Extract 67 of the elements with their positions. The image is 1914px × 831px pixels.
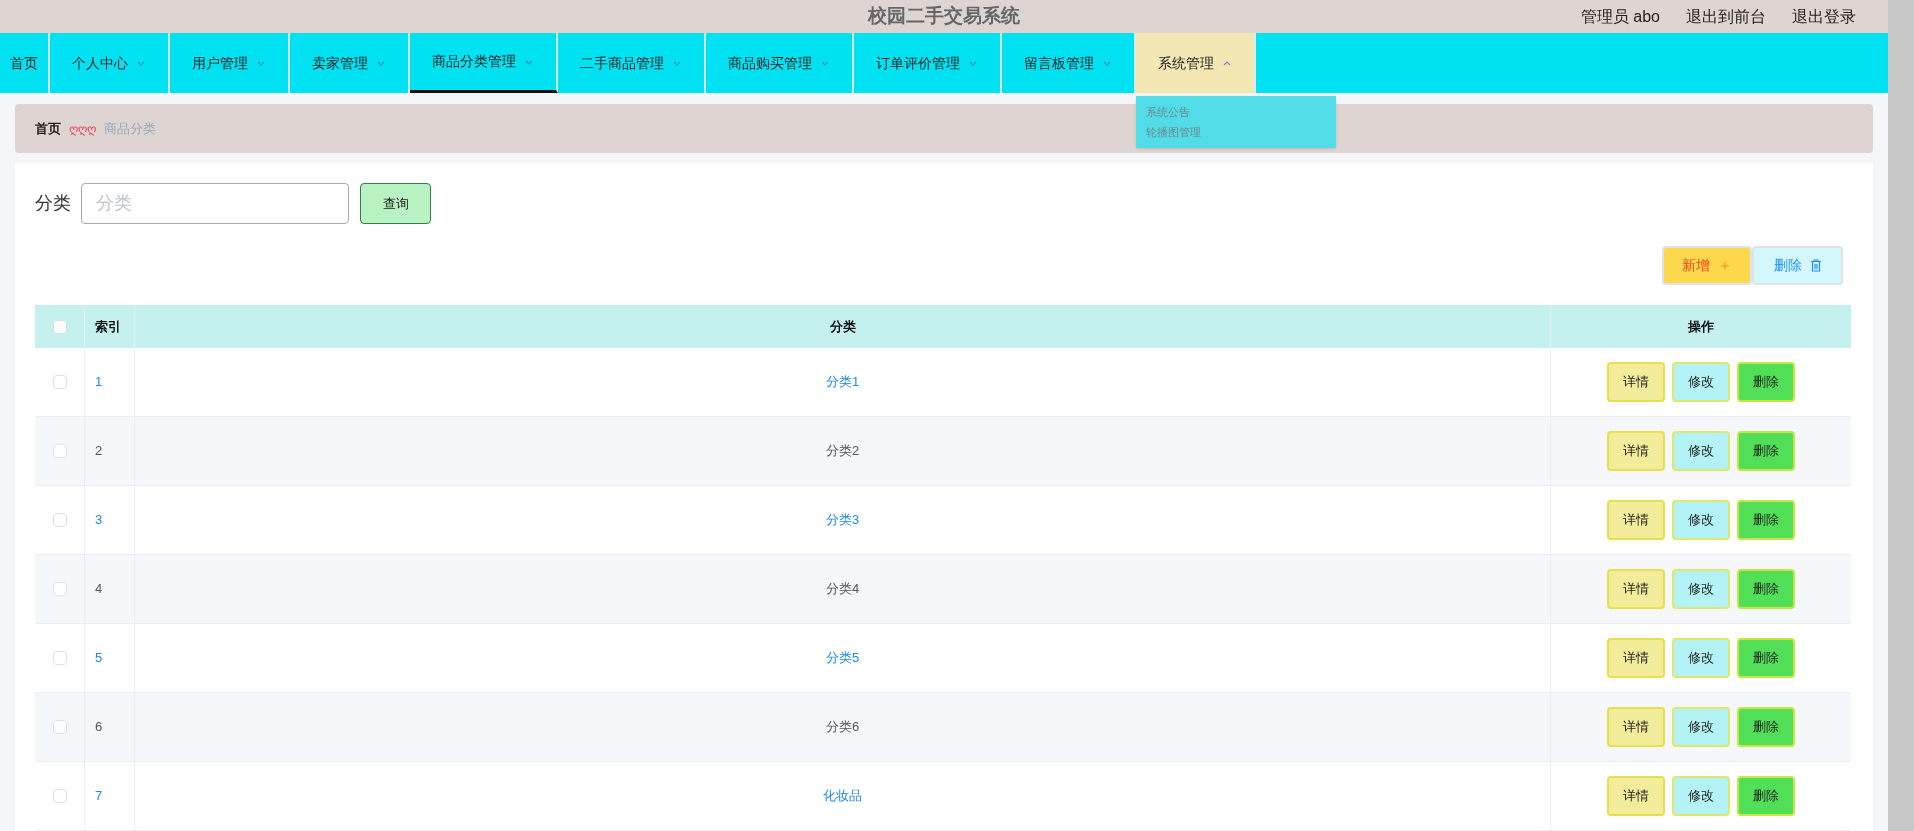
row-checkbox[interactable]: [52, 789, 67, 803]
category-cell-text: 分类3: [825, 511, 860, 530]
row-checkbox[interactable]: [52, 513, 67, 527]
row-action-button[interactable]: 修改: [1672, 638, 1730, 678]
column-header: 索引: [95, 317, 121, 336]
category-cell-text: 分类2: [825, 442, 860, 461]
row-action-button[interactable]: 修改: [1672, 500, 1730, 540]
breadcrumb-link[interactable]: 首页: [35, 118, 61, 139]
index-cell-text: 7: [95, 787, 103, 806]
row-checkbox[interactable]: [52, 720, 67, 734]
nav-tab[interactable]: 商品购买管理: [706, 33, 854, 93]
row-checkbox[interactable]: [52, 582, 67, 596]
row-action-button[interactable]: 详情: [1607, 569, 1665, 609]
index-cell-text: 2: [95, 442, 103, 461]
select-all-checkbox[interactable]: [52, 319, 67, 334]
header-link[interactable]: 退出登录: [1792, 4, 1856, 29]
nav-tab[interactable]: 系统管理: [1136, 33, 1256, 93]
row-action-button[interactable]: 修改: [1672, 776, 1730, 816]
index-cell-text: 3: [95, 511, 103, 530]
row-action-button[interactable]: 删除: [1737, 707, 1795, 747]
index-cell-text: 4: [95, 580, 103, 599]
row-action-button[interactable]: 删除: [1737, 638, 1795, 678]
category-cell-text: 分类5: [825, 649, 860, 668]
breadcrumb-separator: ღღღ: [69, 120, 96, 138]
search-field[interactable]: 分类: [81, 183, 349, 224]
row-action-button[interactable]: 删除: [1737, 776, 1795, 816]
row-action-button[interactable]: 修改: [1672, 707, 1730, 747]
site-title: 校园二手交易系统: [868, 4, 1020, 29]
index-cell-text: 1: [95, 373, 103, 392]
row-checkbox[interactable]: [52, 375, 67, 389]
row-action-button[interactable]: 修改: [1672, 362, 1730, 402]
search-label: 分类: [35, 192, 71, 215]
nav-tab[interactable]: 首页: [0, 33, 50, 93]
row-action-button[interactable]: 详情: [1607, 362, 1665, 402]
row-checkbox[interactable]: [52, 444, 67, 458]
index-cell-text: 6: [95, 718, 103, 737]
row-action-button[interactable]: 详情: [1607, 500, 1665, 540]
nav-tab[interactable]: 个人中心: [50, 33, 170, 93]
nav-tab[interactable]: 商品分类管理: [410, 33, 558, 93]
row-action-button[interactable]: 详情: [1607, 638, 1665, 678]
nav-tab[interactable]: 用户管理: [170, 33, 290, 93]
column-header: 操作: [1688, 317, 1714, 336]
row-action-button[interactable]: 修改: [1672, 431, 1730, 471]
row-action-button[interactable]: 修改: [1672, 569, 1730, 609]
nav-tab[interactable]: 订单评价管理: [854, 33, 1002, 93]
row-action-button[interactable]: 详情: [1607, 776, 1665, 816]
row-action-button[interactable]: 删除: [1737, 500, 1795, 540]
category-cell-text: 分类1: [825, 373, 860, 392]
nav-tab[interactable]: 卖家管理: [290, 33, 410, 93]
header-link[interactable]: 退出到前台: [1686, 4, 1766, 29]
trash-icon: [1809, 259, 1822, 272]
category-cell-text: 分类4: [825, 580, 860, 599]
breadcrumb-current: 商品分类: [104, 119, 156, 138]
row-action-button[interactable]: 详情: [1607, 431, 1665, 471]
index-cell-text: 5: [95, 649, 103, 668]
nav-tab[interactable]: 二手商品管理: [558, 33, 706, 93]
category-cell-text: 化妆品: [823, 787, 862, 806]
row-action-button[interactable]: 删除: [1737, 362, 1795, 402]
column-header: 分类: [829, 317, 856, 336]
row-checkbox[interactable]: [52, 651, 67, 665]
row-action-button[interactable]: 删除: [1737, 569, 1795, 609]
plus-icon: ＋: [1718, 255, 1732, 276]
user-label: 管理员 abo: [1580, 6, 1660, 27]
row-action-button[interactable]: 删除: [1737, 431, 1795, 471]
category-cell-text: 分类6: [825, 718, 860, 737]
row-action-button[interactable]: 详情: [1607, 707, 1665, 747]
query-button[interactable]: 查询: [360, 183, 431, 224]
